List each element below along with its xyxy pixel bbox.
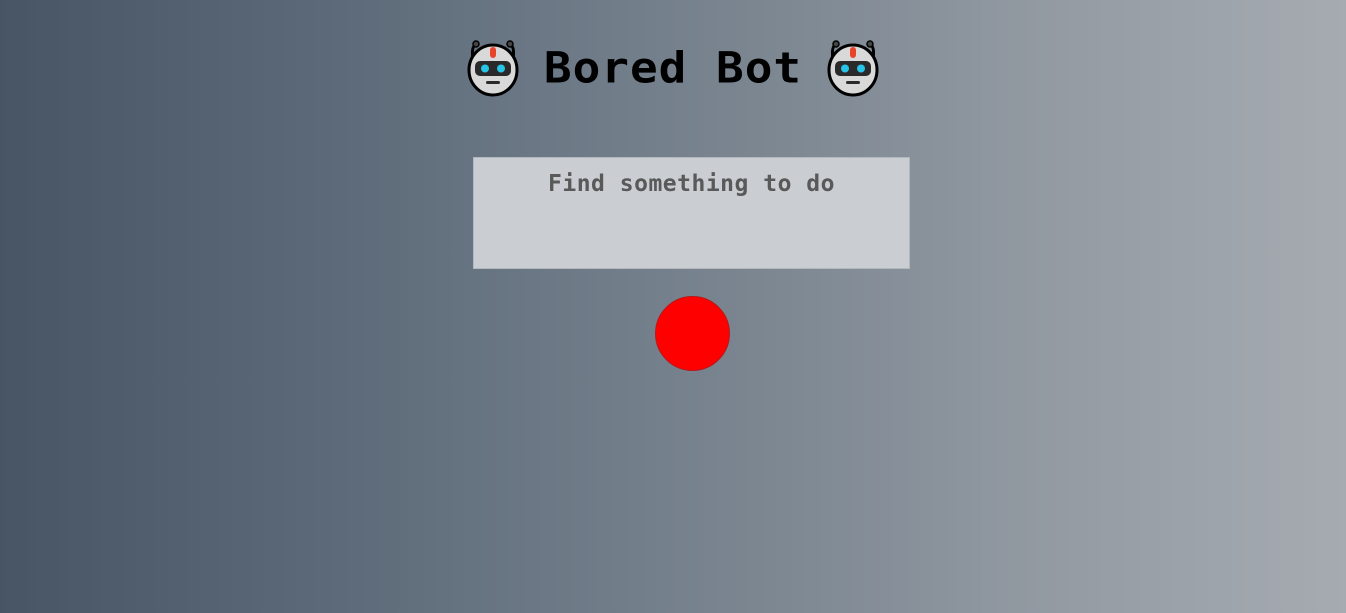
activity-prompt-text: Find something to do — [548, 171, 835, 197]
page-title: Bored Bot — [543, 43, 803, 93]
robot-face-icon — [824, 39, 882, 97]
find-activity-button[interactable] — [655, 296, 730, 371]
app-header: Bored Bot — [0, 38, 1346, 98]
robot-face-icon — [464, 39, 522, 97]
activity-display-box: Find something to do — [473, 157, 910, 269]
